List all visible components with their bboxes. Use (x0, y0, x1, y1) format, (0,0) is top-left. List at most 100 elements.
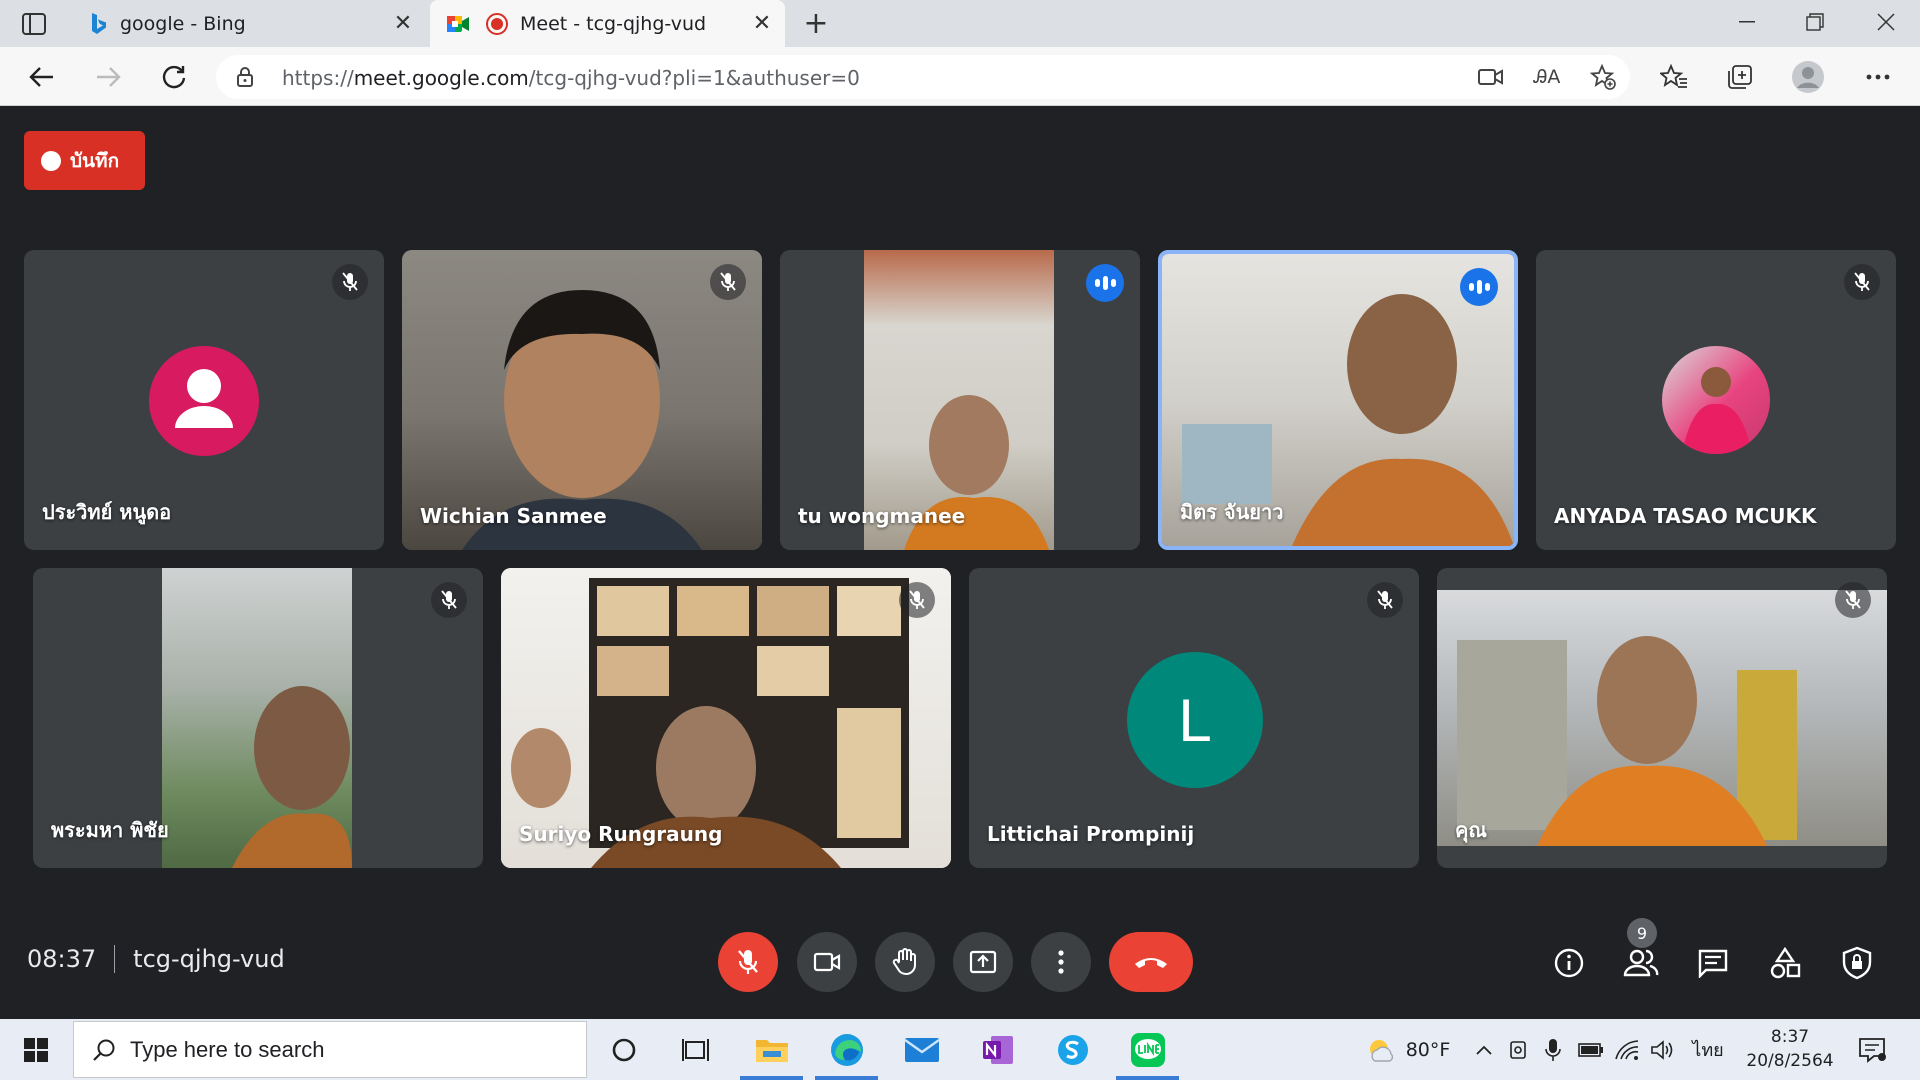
refresh-icon[interactable] (154, 57, 194, 97)
weather-temp[interactable]: 80°F (1404, 1019, 1452, 1080)
activities-icon[interactable] (1761, 939, 1809, 987)
mic-toggle-button[interactable] (718, 932, 778, 992)
participant-name: ANYADA TASAO MCUKK (1554, 504, 1817, 528)
participant-tile[interactable]: L Littichai Prompinij (969, 568, 1419, 868)
more-vert-icon (1058, 950, 1064, 974)
participant-tile-active[interactable]: มิตร จันยาว (1158, 250, 1518, 550)
participant-tile[interactable]: พระมหา พิชัย (33, 568, 483, 868)
tab-bing[interactable]: google - Bing ✕ (76, 0, 426, 47)
record-dot-icon (41, 150, 61, 171)
speaking-indicator-icon (1086, 264, 1124, 302)
translate-icon[interactable]: ᎯA (1532, 64, 1562, 90)
participant-tile-self[interactable]: คุณ (1437, 568, 1887, 868)
avatar (149, 346, 259, 456)
tab-actions-icon[interactable] (14, 9, 54, 39)
close-tab-icon[interactable]: ✕ (751, 11, 773, 36)
tab-meet[interactable]: Meet - tcg-qjhg-vud ✕ (430, 0, 785, 47)
mail-icon[interactable] (884, 1019, 959, 1080)
tab-title: google - Bing (120, 12, 246, 35)
raise-hand-button[interactable] (875, 932, 935, 992)
participant-name: Littichai Prompinij (987, 822, 1195, 846)
cortana-icon[interactable] (586, 1019, 661, 1080)
hang-up-icon (1133, 954, 1169, 970)
edge-icon[interactable] (809, 1019, 884, 1080)
address-bar[interactable]: https://meet.google.com/tcg-qjhg-vud?pli… (216, 55, 1630, 99)
notifications-icon[interactable] (1852, 1019, 1892, 1080)
leave-call-button[interactable] (1109, 932, 1193, 992)
minimize-icon[interactable] (1716, 0, 1778, 44)
microphone-icon[interactable] (1540, 1019, 1566, 1080)
more-options-button[interactable] (1031, 932, 1091, 992)
search-placeholder: Type here to search (130, 1036, 325, 1062)
participant-tile[interactable]: ประวิทย์ หนูดอ (24, 250, 384, 550)
participant-name: คุณ (1455, 818, 1487, 842)
input-language[interactable]: ไทย (1688, 1019, 1728, 1080)
mic-off-icon (736, 948, 760, 976)
back-icon[interactable] (22, 57, 62, 97)
meet-stage: บันทึก ประวิทย์ หนูดอ Wichian Sanmee tu … (0, 107, 1920, 1019)
participant-count-badge: 9 (1627, 918, 1657, 948)
search-icon (92, 1038, 116, 1062)
chat-icon[interactable] (1689, 939, 1737, 987)
participant-name: มิตร จันยาว (1180, 500, 1284, 524)
task-view-icon[interactable] (658, 1019, 733, 1080)
speaking-indicator-icon (1460, 268, 1498, 306)
clock-date: 20/8/2564 (1746, 1051, 1834, 1071)
weather-icon[interactable] (1362, 1019, 1398, 1080)
hand-icon (892, 948, 918, 976)
recording-button[interactable]: บันทึก (24, 131, 145, 190)
collections-icon[interactable] (1720, 57, 1760, 97)
bing-icon (90, 12, 108, 36)
meeting-details-icon[interactable] (1545, 939, 1593, 987)
muted-mic-icon (1835, 582, 1871, 618)
restore-icon[interactable] (1784, 0, 1846, 44)
divider (114, 945, 116, 973)
camera-toggle-button[interactable] (797, 932, 857, 992)
participant-tile[interactable]: Wichian Sanmee (402, 250, 762, 550)
participant-name: tu wongmanee (798, 504, 966, 528)
meeting-time: 08:37 (27, 945, 97, 973)
taskbar-search-input[interactable]: Type here to search (73, 1021, 587, 1078)
line-app-icon[interactable] (1110, 1019, 1185, 1080)
video-feed (162, 568, 352, 868)
participant-name: พระมหา พิชัย (51, 818, 169, 842)
present-screen-button[interactable] (953, 932, 1013, 992)
close-tab-icon[interactable]: ✕ (392, 11, 414, 36)
windows-start-icon[interactable] (0, 1019, 72, 1080)
host-controls-icon[interactable] (1833, 939, 1881, 987)
wifi-icon[interactable] (1612, 1019, 1642, 1080)
muted-mic-icon (332, 264, 368, 300)
avatar-letter: L (1178, 686, 1212, 754)
volume-icon[interactable] (1648, 1019, 1678, 1080)
muted-mic-icon (431, 582, 467, 618)
close-window-icon[interactable] (1855, 0, 1917, 44)
url-text: https://meet.google.com/tcg-qjhg-vud?pli… (282, 66, 860, 90)
new-tab-icon[interactable]: + (799, 6, 833, 41)
participant-tile[interactable]: Suriyo Rungraung (501, 568, 951, 868)
meet-icon (446, 14, 470, 34)
onenote-icon[interactable] (960, 1019, 1035, 1080)
muted-mic-icon (1844, 264, 1880, 300)
meeting-details: 08:37 tcg-qjhg-vud (27, 945, 285, 973)
add-favorite-icon[interactable] (1588, 64, 1618, 90)
chevron-up-icon[interactable] (1470, 1019, 1498, 1080)
battery-icon[interactable] (1576, 1019, 1606, 1080)
participant-tile[interactable]: tu wongmanee (780, 250, 1140, 550)
tab-bar: google - Bing ✕ Meet - tcg-qjhg-vud ✕ + (0, 0, 1920, 47)
participant-name: ประวิทย์ หนูดอ (42, 500, 172, 524)
favorites-icon[interactable] (1654, 57, 1694, 97)
profile-avatar-icon[interactable] (1788, 57, 1828, 97)
meet-now-icon[interactable] (1506, 1019, 1532, 1080)
skype-icon[interactable] (1035, 1019, 1110, 1080)
file-explorer-icon[interactable] (734, 1019, 809, 1080)
participant-tile[interactable]: ANYADA TASAO MCUKK (1536, 250, 1896, 550)
forward-icon[interactable] (88, 57, 128, 97)
address-toolbar: https://meet.google.com/tcg-qjhg-vud?pli… (0, 47, 1920, 106)
lock-icon[interactable] (236, 66, 254, 92)
recording-indicator-icon (486, 12, 508, 35)
camera-in-use-icon[interactable] (1476, 64, 1506, 90)
avatar (1662, 346, 1770, 454)
participant-name: Suriyo Rungraung (519, 822, 723, 846)
system-clock[interactable]: 8:37 20/8/2564 (1738, 1025, 1842, 1073)
more-menu-icon[interactable] (1858, 57, 1898, 97)
